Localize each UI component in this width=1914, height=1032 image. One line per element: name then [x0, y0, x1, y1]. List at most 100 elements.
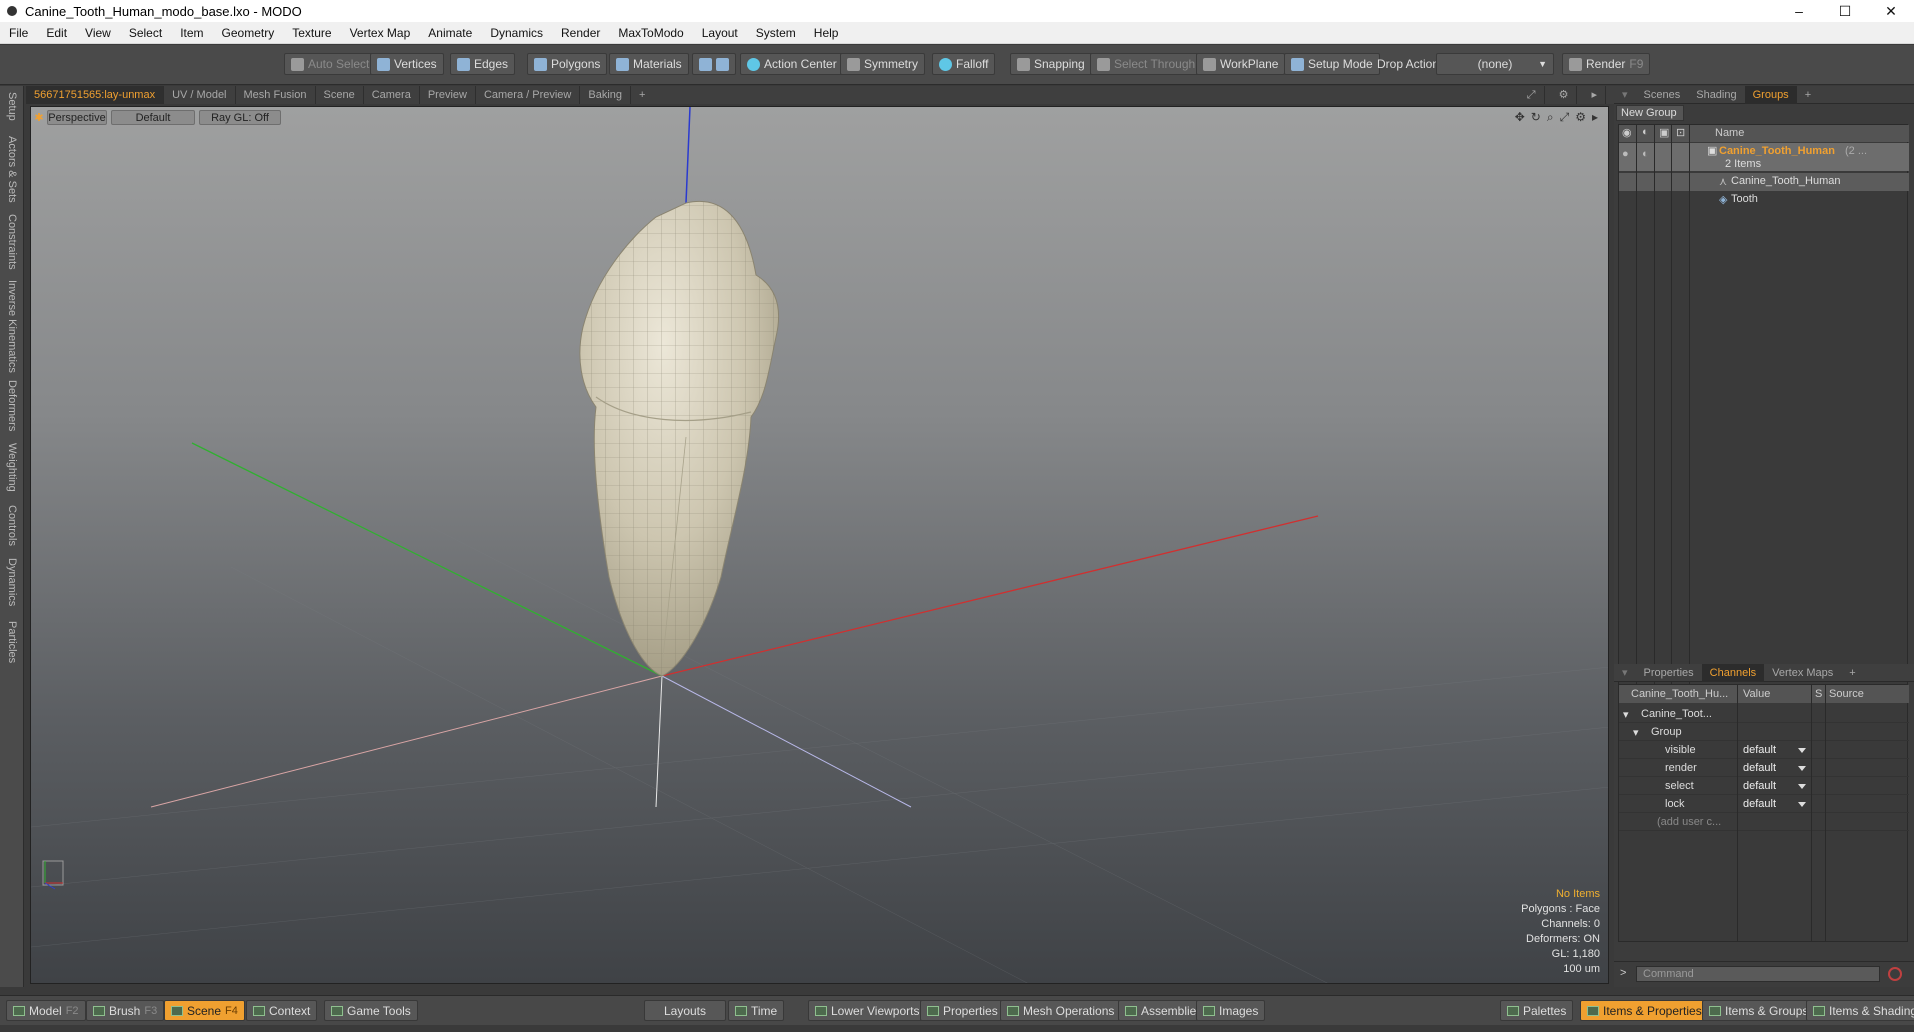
channel-row-select[interactable]: select default: [1619, 777, 1909, 795]
palettes-button[interactable]: Palettes: [1500, 1000, 1574, 1021]
menu-view[interactable]: View: [76, 26, 120, 40]
items-shading-button[interactable]: Items & Shading: [1806, 1000, 1914, 1021]
panel-menu-icon[interactable]: ▾: [1614, 86, 1636, 104]
menu-layout[interactable]: Layout: [693, 26, 747, 40]
tab-shading[interactable]: Shading: [1688, 86, 1744, 104]
layouts-button[interactable]: Layouts: [644, 1000, 726, 1021]
model-layout-button[interactable]: Model F2: [6, 1000, 86, 1021]
items-properties-button[interactable]: Items & Properties: [1580, 1000, 1709, 1021]
group-row-canine-tooth-human[interactable]: ● ◐ ▣ Canine_Tooth_Human (2 ... 2 Items: [1619, 143, 1909, 171]
menu-select[interactable]: Select: [120, 26, 171, 40]
menu-item[interactable]: Item: [171, 26, 212, 40]
tab-inverse-kinematics[interactable]: Inverse Kinematics: [2, 278, 22, 374]
time-button[interactable]: Time: [728, 1000, 785, 1021]
items-groups-button[interactable]: Items & Groups: [1702, 1000, 1816, 1021]
workplane-button[interactable]: WorkPlane: [1196, 53, 1286, 75]
chevron-right-icon[interactable]: ▸: [1583, 86, 1606, 104]
tab-setup[interactable]: Setup: [2, 86, 22, 126]
tab-scenes[interactable]: Scenes: [1636, 86, 1689, 104]
tab-uv-model[interactable]: UV / Model: [164, 86, 236, 104]
add-tab-button[interactable]: +: [1797, 86, 1819, 104]
tab-channels[interactable]: Channels: [1701, 663, 1765, 682]
tab-actors-sets[interactable]: Actors & Sets: [2, 132, 22, 206]
tab-controls[interactable]: Controls: [2, 500, 22, 550]
auto-select-button[interactable]: Auto Select: [284, 53, 377, 75]
minimize-button[interactable]: –: [1776, 0, 1822, 22]
fit-icon[interactable]: ⤢: [1560, 110, 1570, 125]
edges-button[interactable]: Edges: [450, 53, 516, 75]
tab-scene[interactable]: Scene: [316, 86, 364, 104]
gear-icon[interactable]: ⚙: [1551, 86, 1578, 104]
channel-root-row[interactable]: ▾ Canine_Toot...: [1619, 705, 1909, 723]
channel-value-dropdown[interactable]: default: [1740, 777, 1810, 795]
tab-preview[interactable]: Preview: [420, 86, 476, 104]
setup-mode-button[interactable]: Setup Mode: [1284, 53, 1380, 75]
default-shading-button[interactable]: Default: [111, 110, 195, 125]
3d-viewport[interactable]: ✱ Perspective Default Ray GL: Off ✥ ↻ ⌕ …: [30, 106, 1609, 984]
menu-system[interactable]: System: [747, 26, 805, 40]
gear-icon[interactable]: ⚙: [1575, 110, 1586, 125]
tab-layer-unmax[interactable]: 56671751565:lay-unmax: [26, 86, 165, 104]
menu-animate[interactable]: Animate: [419, 26, 481, 40]
properties-button[interactable]: Properties: [920, 1000, 1005, 1021]
tab-weighting[interactable]: Weighting: [2, 438, 22, 496]
tab-dynamics[interactable]: Dynamics: [2, 554, 22, 610]
lower-viewports-button[interactable]: Lower Viewports: [808, 1000, 927, 1021]
expand-icon[interactable]: ▾: [1623, 708, 1629, 721]
channel-value-dropdown[interactable]: default: [1740, 741, 1810, 759]
menu-file[interactable]: File: [0, 26, 37, 40]
tab-particles[interactable]: Particles: [2, 614, 22, 670]
menu-dynamics[interactable]: Dynamics: [481, 26, 552, 40]
tab-vertex-maps[interactable]: Vertex Maps: [1764, 664, 1841, 682]
channel-value-dropdown[interactable]: default: [1740, 795, 1810, 813]
brush-layout-button[interactable]: Brush F3: [86, 1000, 165, 1021]
pan-icon[interactable]: ✥: [1515, 110, 1525, 125]
close-button[interactable]: ✕: [1868, 0, 1914, 22]
render-button[interactable]: Render F9: [1562, 53, 1651, 75]
panel-menu-icon[interactable]: ▾: [1614, 664, 1636, 682]
expand-icon[interactable]: ▾: [1633, 726, 1639, 739]
scene-layout-button[interactable]: Scene F4: [164, 1000, 245, 1021]
materials-button[interactable]: Materials: [609, 53, 689, 75]
rotate-icon[interactable]: ↻: [1531, 110, 1541, 125]
vertices-button[interactable]: Vertices: [370, 53, 444, 75]
tab-mesh-fusion[interactable]: Mesh Fusion: [236, 86, 316, 104]
tab-deformers[interactable]: Deformers: [2, 378, 22, 434]
action-center-button[interactable]: Action Center: [740, 53, 844, 75]
falloff-button[interactable]: Falloff: [932, 53, 996, 75]
channel-group-row[interactable]: ▾ Group: [1619, 723, 1909, 741]
menu-render[interactable]: Render: [552, 26, 609, 40]
render-icon[interactable]: ◐: [1642, 148, 1649, 160]
tab-baking[interactable]: Baking: [580, 86, 632, 104]
add-tab-button[interactable]: +: [631, 86, 653, 104]
add-user-channel-row[interactable]: (add user c...: [1619, 813, 1909, 831]
command-input[interactable]: Command: [1636, 966, 1880, 982]
perspective-button[interactable]: Perspective: [47, 110, 107, 125]
tab-properties[interactable]: Properties: [1636, 664, 1702, 682]
tab-constraints[interactable]: Constraints: [2, 210, 22, 274]
images-button[interactable]: Images: [1196, 1000, 1266, 1021]
menu-help[interactable]: Help: [805, 26, 848, 40]
polygons-button[interactable]: Polygons: [527, 53, 608, 75]
menu-texture[interactable]: Texture: [283, 26, 340, 40]
group-child-tooth[interactable]: ◈ Tooth: [1619, 191, 1909, 209]
channel-value-dropdown[interactable]: default: [1740, 759, 1810, 777]
add-tab-button[interactable]: +: [1841, 664, 1863, 682]
menu-edit[interactable]: Edit: [37, 26, 76, 40]
channel-row-lock[interactable]: lock default: [1619, 795, 1909, 813]
maximize-viewport-icon[interactable]: ⤢: [1519, 86, 1545, 104]
channel-row-render[interactable]: render default: [1619, 759, 1909, 777]
group-child-mesh[interactable]: ⋏ Canine_Tooth_Human: [1619, 173, 1909, 191]
eye-icon[interactable]: ●: [1622, 148, 1629, 160]
tooth-mesh[interactable]: [579, 201, 780, 677]
menu-vertex-map[interactable]: Vertex Map: [341, 26, 420, 40]
record-icon[interactable]: [1888, 967, 1902, 981]
chevron-right-icon[interactable]: ▸: [1592, 110, 1598, 125]
maximize-button[interactable]: ☐: [1822, 0, 1868, 22]
game-tools-layout-button[interactable]: Game Tools: [324, 1000, 418, 1021]
symmetry-button[interactable]: Symmetry: [840, 53, 925, 75]
raygl-button[interactable]: Ray GL: Off: [199, 110, 281, 125]
snapping-button[interactable]: Snapping: [1010, 53, 1092, 75]
mesh-operations-button[interactable]: Mesh Operations: [1000, 1000, 1122, 1021]
menu-geometry[interactable]: Geometry: [213, 26, 284, 40]
